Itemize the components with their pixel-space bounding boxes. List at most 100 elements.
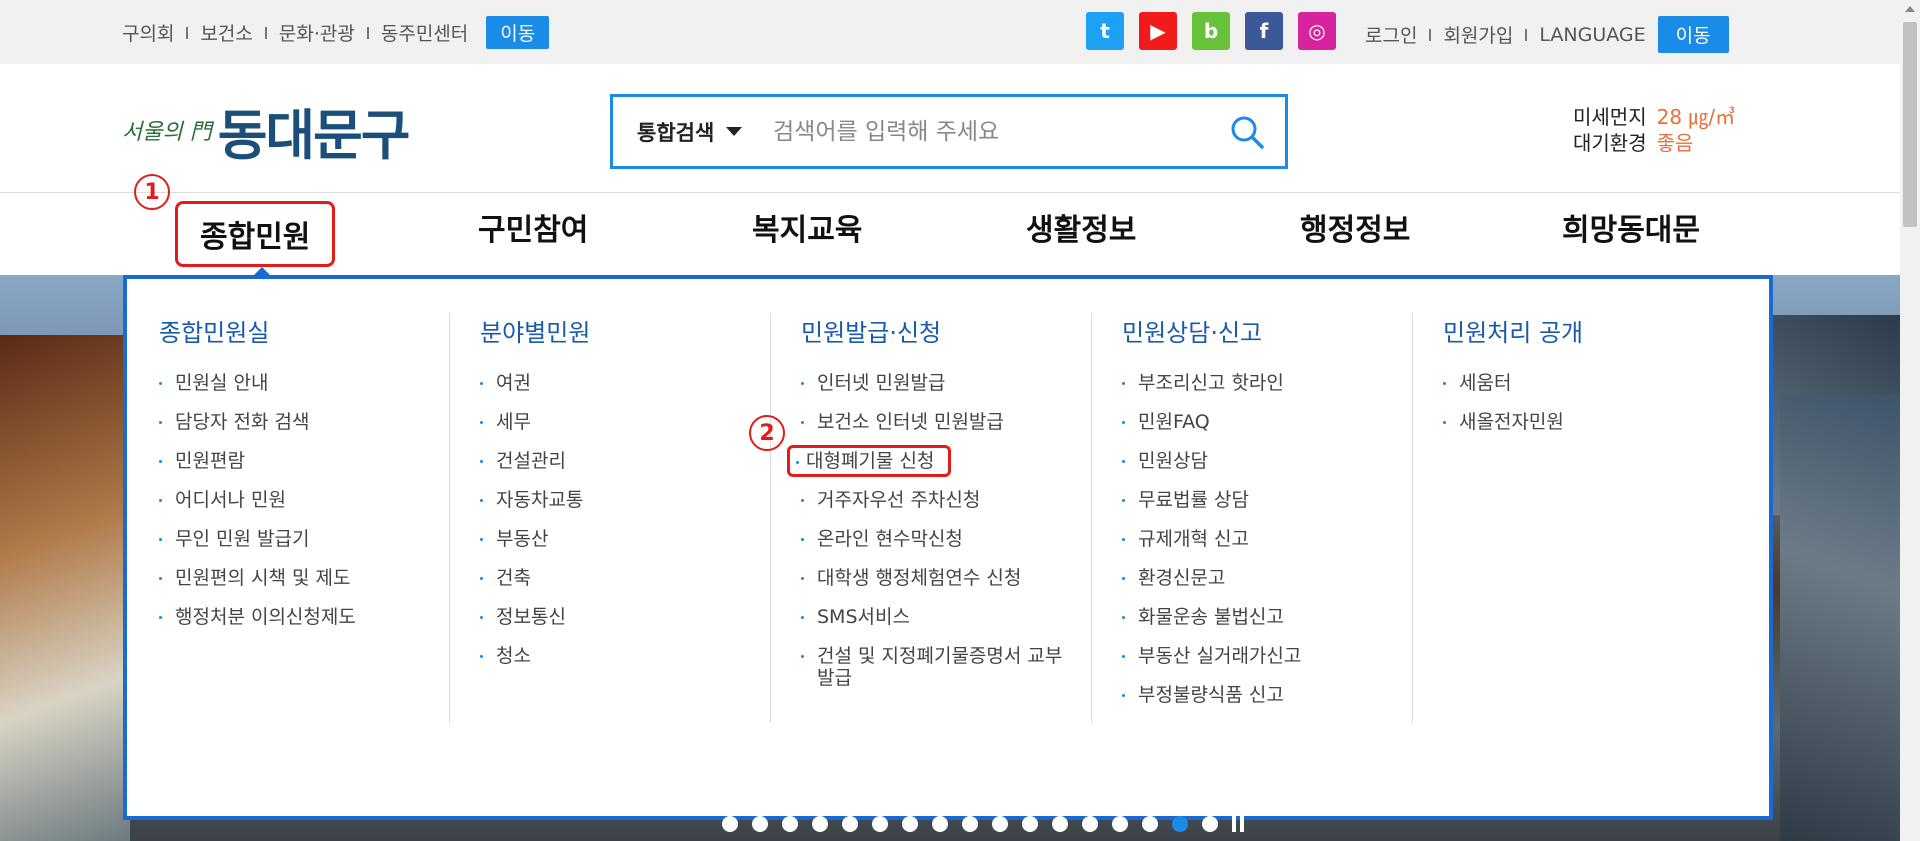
menu-item[interactable]: 무인 민원 발급기 xyxy=(159,528,449,550)
air-env-label: 대기환경 xyxy=(1573,131,1647,155)
menu-item[interactable]: 환경신문고 xyxy=(1122,567,1412,589)
slide-dot[interactable] xyxy=(812,816,828,832)
instagram-icon[interactable]: ◎ xyxy=(1298,12,1336,50)
nav-item-life-info[interactable]: 생활정보 xyxy=(1026,205,1136,249)
blog-icon[interactable]: b xyxy=(1192,12,1230,50)
nav-item-admin-info[interactable]: 행정정보 xyxy=(1300,205,1410,249)
menu-item[interactable]: 무료법률 상담 xyxy=(1122,489,1412,511)
facebook-icon[interactable]: f xyxy=(1245,12,1283,50)
menu-pointer xyxy=(250,267,274,279)
fine-dust-row: 미세먼지 28 ㎍/㎥ xyxy=(1573,104,1735,130)
menu-item[interactable]: 민원FAQ xyxy=(1122,411,1412,433)
login-link[interactable]: 로그인 xyxy=(1365,21,1429,48)
menu-item[interactable]: 화물운송 불법신고 xyxy=(1122,606,1412,628)
slide-dot[interactable] xyxy=(1112,816,1128,832)
menu-item[interactable]: 규제개혁 신고 xyxy=(1122,528,1412,550)
top-link-council[interactable]: 구의회 xyxy=(122,19,186,46)
search-scope-select[interactable]: 통합검색 xyxy=(613,117,763,147)
top-link-culture-tourism[interactable]: 문화·관광 xyxy=(267,19,367,46)
menu-item[interactable]: 담당자 전화 검색 xyxy=(159,411,449,433)
menu-item[interactable]: 건축 xyxy=(480,567,770,589)
twitter-icon[interactable]: t xyxy=(1086,12,1124,50)
slide-dot[interactable] xyxy=(932,816,948,832)
hero-right-building xyxy=(1780,395,1900,841)
menu-item[interactable]: 온라인 현수막신청 xyxy=(801,528,1091,550)
menu-item[interactable]: 행정처분 이의신청제도 xyxy=(159,606,449,628)
menu-column-title[interactable]: 민원상담·신고 xyxy=(1122,313,1412,348)
go-button[interactable]: 이동 xyxy=(486,16,550,49)
menu-item[interactable]: 자동차교통 xyxy=(480,489,770,511)
menu-item[interactable]: 대학생 행정체험연수 신청 xyxy=(801,567,1091,589)
annotation-marker-1: 1 xyxy=(134,174,170,210)
search-icon[interactable] xyxy=(1217,102,1277,162)
menu-item[interactable]: 청소 xyxy=(480,645,770,667)
menu-item[interactable]: 민원편의 시책 및 제도 xyxy=(159,567,449,589)
slider-pagination xyxy=(722,816,1244,832)
menu-item[interactable]: SMS서비스 xyxy=(801,606,1091,628)
menu-item[interactable]: 건설 및 지정폐기물증명서 교부발급 xyxy=(801,645,1091,689)
search-input[interactable] xyxy=(763,118,1217,145)
menu-item[interactable]: 부동산 실거래가신고 xyxy=(1122,645,1412,667)
menu-item[interactable]: 부조리신고 핫라인 xyxy=(1122,372,1412,394)
slide-dot[interactable] xyxy=(782,816,798,832)
nav-item-hope-dongdaemun[interactable]: 희망동대문 xyxy=(1562,205,1700,249)
top-links: 구의회 보건소 문화·관광 동주민센터 이동 xyxy=(122,16,550,49)
menu-column-title[interactable]: 종합민원실 xyxy=(159,313,449,348)
menu-item[interactable]: 민원편람 xyxy=(159,450,449,472)
account-links: 로그인 회원가입 LANGUAGE 이동 xyxy=(1365,16,1729,53)
slide-dot[interactable] xyxy=(1052,816,1068,832)
menu-item[interactable]: 세무 xyxy=(480,411,770,433)
language-label: LANGUAGE xyxy=(1539,23,1646,46)
slide-dot[interactable] xyxy=(722,816,738,832)
nav-item-resident-participation[interactable]: 구민참여 xyxy=(478,205,588,249)
menu-item[interactable]: 민원실 안내 xyxy=(159,372,449,394)
slide-dot[interactable] xyxy=(992,816,1008,832)
youtube-icon[interactable]: ▶ xyxy=(1139,12,1177,50)
menu-item[interactable]: 여권 xyxy=(480,372,770,394)
menu-column-title[interactable]: 분야별민원 xyxy=(480,313,770,348)
top-utility-bar: 구의회 보건소 문화·관광 동주민센터 이동 t ▶ b f ◎ 로그인 회원가… xyxy=(0,0,1920,64)
fine-dust-value: 28 ㎍/㎥ xyxy=(1656,105,1736,129)
slide-dot[interactable] xyxy=(1082,816,1098,832)
menu-item[interactable]: 부정불량식품 신고 xyxy=(1122,684,1412,706)
signup-link[interactable]: 회원가입 xyxy=(1431,21,1525,48)
menu-item[interactable]: 정보통신 xyxy=(480,606,770,628)
menu-item[interactable]: 인터넷 민원발급 xyxy=(801,372,1091,394)
menu-item[interactable]: 어디서나 민원 xyxy=(159,489,449,511)
page-scrollbar[interactable] xyxy=(1900,0,1920,841)
site-logo[interactable]: 서울의 門 동대문구 xyxy=(122,84,410,176)
menu-item[interactable]: 세움터 xyxy=(1443,372,1734,394)
menu-item[interactable]: 보건소 인터넷 민원발급 xyxy=(801,411,1091,433)
top-link-health-center[interactable]: 보건소 xyxy=(188,19,264,46)
nav-item-welfare-education[interactable]: 복지교육 xyxy=(752,205,862,249)
pause-icon[interactable] xyxy=(1232,816,1244,832)
menu-item[interactable]: 새올전자민원 xyxy=(1443,411,1734,433)
slide-dot[interactable] xyxy=(1202,816,1218,832)
menu-item-bulky-waste[interactable]: 대형폐기물 신청 xyxy=(787,445,952,477)
menu-column-title[interactable]: 민원처리 공개 xyxy=(1443,313,1734,348)
slide-dot[interactable] xyxy=(1142,816,1158,832)
language-go-button[interactable]: 이동 xyxy=(1657,16,1729,53)
scroll-up-icon[interactable] xyxy=(1905,6,1915,12)
slide-dot[interactable] xyxy=(842,816,858,832)
slide-dot[interactable] xyxy=(962,816,978,832)
slide-dot[interactable] xyxy=(1022,816,1038,832)
menu-item[interactable]: 건설관리 xyxy=(480,450,770,472)
menu-column-title[interactable]: 민원발급·신청 xyxy=(801,313,1091,348)
air-env-row: 대기환경 좋음 xyxy=(1573,130,1735,156)
menu-item[interactable]: 부동산 xyxy=(480,528,770,550)
scrollbar-thumb[interactable] xyxy=(1903,22,1917,227)
top-link-community-center[interactable]: 동주민센터 xyxy=(369,19,480,46)
mega-menu-panel: 종합민원실 민원실 안내 담당자 전화 검색 민원편람 어디서나 민원 무인 민… xyxy=(123,267,1773,820)
slide-dot[interactable] xyxy=(902,816,918,832)
menu-column-issuance: 민원발급·신청 인터넷 민원발급 보건소 인터넷 민원발급 대형폐기물 신청 거… xyxy=(771,313,1092,723)
search-scope-label: 통합검색 xyxy=(637,120,715,145)
nav-item-civil-service[interactable]: 종합민원 xyxy=(175,201,336,267)
slide-dot[interactable] xyxy=(752,816,768,832)
slide-dot-active[interactable] xyxy=(1172,816,1188,832)
menu-item[interactable]: 거주자우선 주차신청 xyxy=(801,489,1091,511)
chevron-down-icon xyxy=(726,127,743,136)
menu-item[interactable]: 민원상담 xyxy=(1122,450,1412,472)
annotation-marker-2: 2 xyxy=(749,415,785,451)
slide-dot[interactable] xyxy=(872,816,888,832)
